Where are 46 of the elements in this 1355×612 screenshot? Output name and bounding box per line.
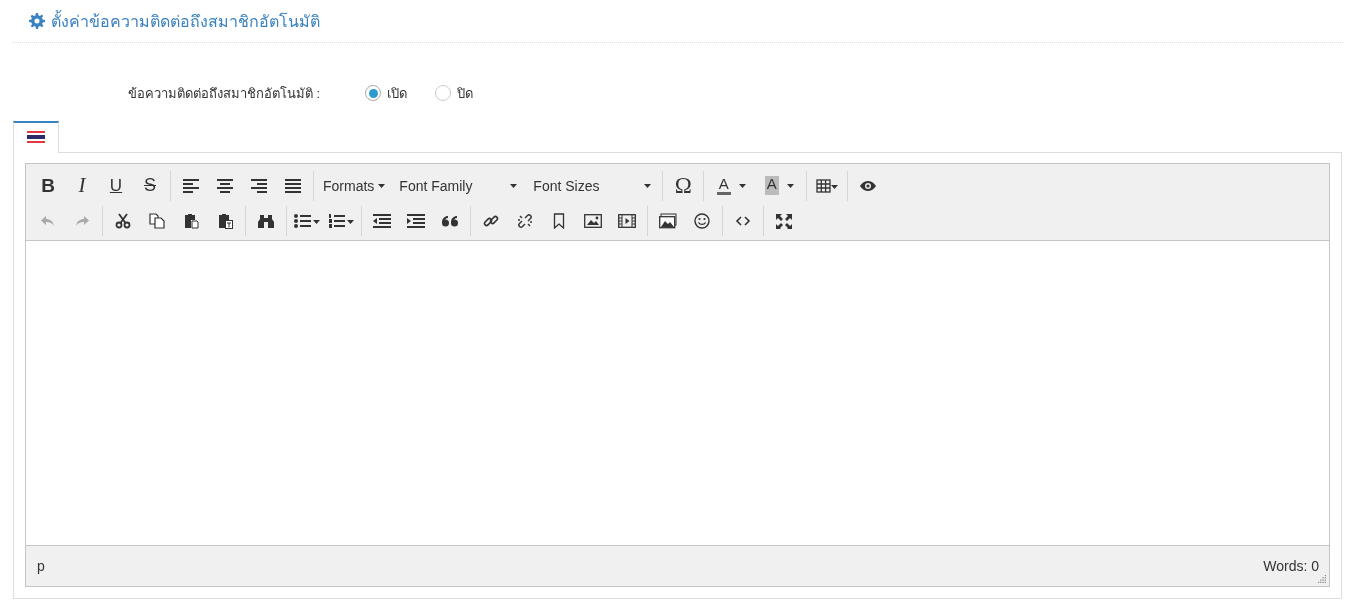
table-icon xyxy=(816,177,839,194)
caret-icon xyxy=(510,183,518,188)
image-icon xyxy=(584,212,602,229)
word-count: Words: 0 xyxy=(1263,558,1319,574)
fullscreen-icon xyxy=(775,212,793,229)
paste-icon xyxy=(183,212,199,229)
caret-icon xyxy=(644,183,652,188)
align-right-icon xyxy=(251,177,267,194)
resize-grip-icon[interactable] xyxy=(1318,575,1327,584)
background-color-button[interactable]: A xyxy=(755,171,804,200)
caret-icon xyxy=(786,183,794,188)
language-tab[interactable] xyxy=(13,121,59,153)
radio-option[interactable]: ปิด xyxy=(435,82,473,104)
formats-menu[interactable]: Formats xyxy=(317,171,392,200)
caret-icon xyxy=(378,183,386,188)
copy-icon xyxy=(149,212,165,229)
radio-option[interactable]: เปิด xyxy=(365,82,407,104)
scissors-icon xyxy=(115,212,131,229)
element-path[interactable]: p xyxy=(37,558,45,574)
setting-label: ข้อความติดต่อถึงสมาชิกอัตโนมัติ : xyxy=(126,84,320,103)
outdent-icon xyxy=(373,212,391,229)
photo-gallery-icon xyxy=(659,212,677,229)
special-character-button[interactable]: Ω xyxy=(666,171,701,200)
flag-icon xyxy=(27,131,45,143)
caret-icon xyxy=(738,183,746,188)
font-dropdown[interactable]: Font Family xyxy=(391,171,526,200)
page-title: ตั้งค่าข้อความติดต่อถึงสมาชิกอัตโนมัติ xyxy=(51,9,320,32)
broken-link-icon xyxy=(517,212,533,229)
bullet-list-icon xyxy=(294,212,320,229)
binoculars-icon xyxy=(258,212,274,229)
underline-button[interactable]: U xyxy=(99,171,133,200)
paste-text-icon xyxy=(217,212,233,229)
gear-icon xyxy=(29,13,45,29)
film-icon xyxy=(618,212,636,229)
font-dropdown[interactable]: Font Sizes xyxy=(525,171,660,200)
bookmark-icon xyxy=(553,212,565,229)
align-center-icon xyxy=(217,177,233,194)
number-list-icon xyxy=(328,212,354,229)
justify-icon xyxy=(285,177,301,194)
smiley-icon xyxy=(694,212,710,229)
align-left-icon xyxy=(183,177,199,194)
bold-button[interactable]: B xyxy=(31,171,65,200)
indent-icon xyxy=(407,212,425,229)
italic-button[interactable]: I xyxy=(65,171,99,200)
strikethrough-button[interactable]: S xyxy=(133,171,167,200)
text-color-button[interactable]: A xyxy=(707,171,756,200)
